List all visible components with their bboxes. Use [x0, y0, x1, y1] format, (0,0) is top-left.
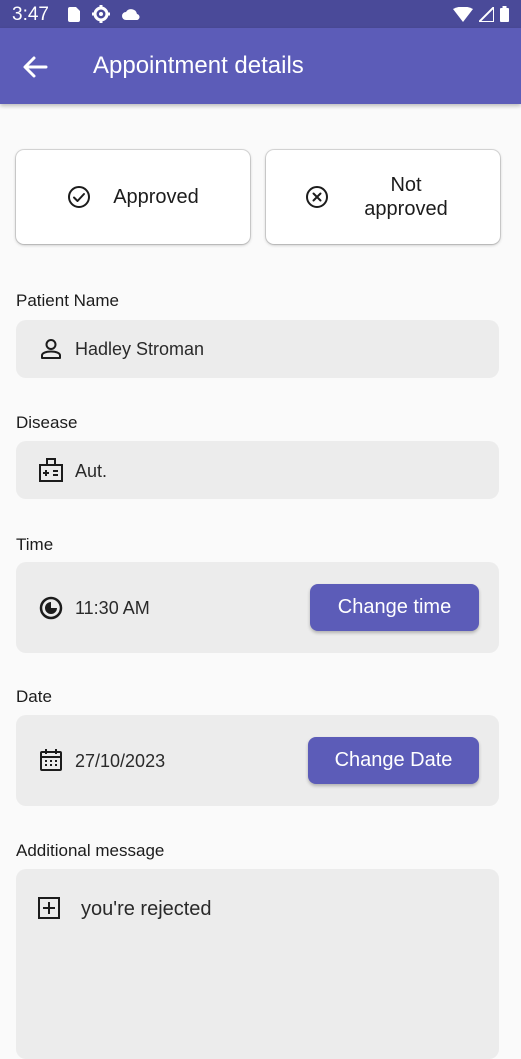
medical-kit-icon: [39, 458, 63, 482]
time-label: Time: [16, 535, 54, 554]
status-time: 3:47: [12, 4, 49, 25]
clock-icon: [39, 596, 63, 620]
sim-card-icon: [68, 6, 80, 22]
date-field: 27/10/2023 Change Date: [16, 715, 499, 806]
approved-label: Approved: [113, 186, 199, 208]
additional-message-field[interactable]: you're rejected: [16, 869, 499, 1059]
time-field: 11:30 AM Change time: [16, 562, 499, 653]
add-box-icon: [38, 897, 60, 919]
page-title: Appointment details: [93, 52, 304, 79]
status-left-icons: [68, 5, 140, 23]
not-approved-label: Not approved: [364, 174, 448, 220]
date-value: 27/10/2023: [75, 751, 166, 771]
status-bar: 3:47: [0, 0, 521, 28]
change-time-button[interactable]: Change time: [310, 584, 479, 631]
cross-circle-icon: [306, 186, 328, 208]
patient-name-value: Hadley Stroman: [75, 339, 205, 359]
patient-name-label: Patient Name: [16, 291, 119, 310]
person-icon: [41, 339, 61, 359]
signal-icon: [479, 6, 494, 22]
not-approved-button[interactable]: Not approved: [266, 150, 500, 244]
disease-label: Disease: [16, 413, 78, 432]
app-bar: Appointment details: [0, 28, 521, 104]
disease-value: Aut.: [75, 461, 108, 481]
approved-button[interactable]: Approved: [16, 150, 250, 244]
additional-message-label: Additional message: [16, 841, 165, 860]
settings-icon: [92, 5, 110, 23]
cloud-icon: [122, 9, 140, 20]
check-circle-icon: [68, 186, 91, 208]
additional-message-value: you're rejected: [81, 898, 212, 920]
wifi-icon: [453, 6, 473, 22]
battery-icon: [500, 6, 509, 22]
change-date-button[interactable]: Change Date: [308, 737, 479, 784]
back-arrow-icon[interactable]: [20, 52, 50, 82]
date-label: Date: [16, 687, 52, 706]
time-value: 11:30 AM: [75, 598, 150, 618]
patient-name-field[interactable]: Hadley Stroman: [16, 320, 499, 378]
status-right-icons: [453, 6, 509, 22]
disease-field[interactable]: Aut.: [16, 441, 499, 499]
calendar-icon: [40, 749, 62, 771]
